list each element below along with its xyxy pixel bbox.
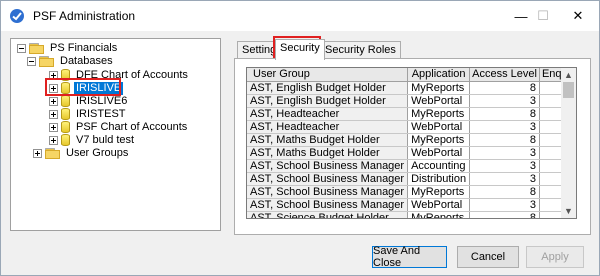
- database-icon: [61, 121, 70, 133]
- table-row[interactable]: AST, School Business Manager Accounting 3: [247, 159, 576, 173]
- access-level-cell[interactable]: 3: [469, 159, 540, 173]
- application-cell[interactable]: MyReports: [407, 211, 471, 218]
- application-cell[interactable]: MyReports: [407, 185, 471, 199]
- user-group-cell[interactable]: AST, English Budget Holder: [247, 94, 409, 108]
- table-row[interactable]: AST, School Business Manager MyReports 8: [247, 185, 576, 199]
- table-row[interactable]: AST, Headteacher MyReports 8: [247, 107, 576, 121]
- table-row[interactable]: AST, Science Budget Holder MyReports 8: [247, 211, 576, 218]
- table-row[interactable]: AST, Maths Budget Holder WebPortal 3: [247, 146, 576, 160]
- access-level-cell[interactable]: 3: [469, 198, 540, 212]
- user-group-cell[interactable]: AST, School Business Manager: [247, 198, 409, 212]
- table-row[interactable]: AST, English Budget Holder WebPortal 3: [247, 94, 576, 108]
- tree-item-v7-buld-test[interactable]: V7 buld test: [49, 133, 136, 147]
- database-icon: [61, 134, 70, 146]
- database-tree[interactable]: PS Financials Databases DFE Chart of Acc…: [10, 38, 221, 231]
- folder-icon: [39, 55, 54, 67]
- tab-security[interactable]: Security: [275, 39, 325, 60]
- access-level-cell[interactable]: 8: [469, 107, 540, 121]
- scroll-up-icon[interactable]: ▲: [561, 68, 576, 82]
- column-header-application[interactable]: Application: [407, 68, 471, 82]
- tree-item-databases[interactable]: Databases: [27, 54, 115, 68]
- tab-security-roles[interactable]: Security Roles: [320, 41, 401, 59]
- application-cell[interactable]: Distribution: [407, 172, 471, 186]
- table-row[interactable]: AST, Maths Budget Holder MyReports 8: [247, 133, 576, 147]
- expand-icon[interactable]: [49, 122, 58, 132]
- scroll-down-icon[interactable]: ▼: [561, 204, 576, 218]
- highlight-box-irislive: [45, 78, 121, 96]
- column-header-user-group[interactable]: User Group: [247, 68, 409, 82]
- expand-icon[interactable]: [49, 96, 58, 106]
- access-level-cell[interactable]: 8: [469, 81, 540, 95]
- table-row[interactable]: AST, Headteacher WebPortal 3: [247, 120, 576, 134]
- collapse-icon[interactable]: [17, 43, 26, 53]
- collapse-icon[interactable]: [27, 56, 36, 66]
- access-level-cell[interactable]: 3: [469, 146, 540, 160]
- app-icon: [9, 8, 25, 24]
- tree-item-ps-financials[interactable]: PS Financials: [17, 41, 119, 55]
- application-cell[interactable]: WebPortal: [407, 146, 471, 160]
- tree-item-irislive6[interactable]: IRISLIVE6: [49, 94, 129, 108]
- database-icon: [61, 95, 70, 107]
- title-bar: PSF Administration — ☐ ✕: [1, 1, 599, 31]
- expand-icon[interactable]: [49, 135, 58, 145]
- user-group-cell[interactable]: AST, Headteacher: [247, 107, 409, 121]
- access-level-cell[interactable]: 3: [469, 120, 540, 134]
- user-group-cell[interactable]: AST, School Business Manager: [247, 159, 409, 173]
- psf-admin-window: PSF Administration — ☐ ✕ PS Financials D…: [0, 0, 600, 276]
- table-row[interactable]: AST, English Budget Holder MyReports 8: [247, 81, 576, 95]
- table-row[interactable]: AST, School Business Manager WebPortal 3: [247, 198, 576, 212]
- apply-button: Apply: [526, 246, 584, 268]
- user-group-cell[interactable]: AST, Maths Budget Holder: [247, 133, 409, 147]
- access-level-cell[interactable]: 3: [469, 172, 540, 186]
- database-icon: [61, 108, 70, 120]
- tree-item-user-groups[interactable]: User Groups: [33, 146, 130, 160]
- user-group-cell[interactable]: AST, School Business Manager: [247, 172, 409, 186]
- grid-vertical-scrollbar[interactable]: ▲ ▼: [561, 68, 576, 218]
- access-level-cell[interactable]: 8: [469, 133, 540, 147]
- cancel-button[interactable]: Cancel: [457, 246, 519, 268]
- expand-icon[interactable]: [49, 109, 58, 119]
- application-cell[interactable]: Accounting: [407, 159, 471, 173]
- save-and-close-button[interactable]: Save And Close: [372, 245, 447, 269]
- folder-icon: [45, 147, 60, 159]
- application-cell[interactable]: WebPortal: [407, 120, 471, 134]
- user-group-cell[interactable]: AST, English Budget Holder: [247, 81, 409, 95]
- application-cell[interactable]: MyReports: [407, 81, 471, 95]
- access-level-cell[interactable]: 8: [469, 185, 540, 199]
- table-row[interactable]: AST, School Business Manager Distribution…: [247, 172, 576, 186]
- application-cell[interactable]: MyReports: [407, 133, 471, 147]
- access-level-cell[interactable]: 3: [469, 94, 540, 108]
- user-group-cell[interactable]: AST, Maths Budget Holder: [247, 146, 409, 160]
- folder-icon: [29, 42, 44, 54]
- security-grid[interactable]: User Group Application Access Level Enqu…: [246, 67, 577, 219]
- window-title: PSF Administration: [33, 9, 136, 23]
- access-level-cell[interactable]: 8: [469, 211, 540, 218]
- expand-icon[interactable]: [33, 148, 42, 158]
- user-group-cell[interactable]: AST, School Business Manager: [247, 185, 409, 199]
- tree-item-iristest[interactable]: IRISTEST: [49, 107, 128, 121]
- application-cell[interactable]: MyReports: [407, 107, 471, 121]
- column-header-access-level[interactable]: Access Level: [469, 68, 540, 82]
- close-button[interactable]: ✕: [556, 1, 600, 31]
- user-group-cell[interactable]: AST, Headteacher: [247, 120, 409, 134]
- application-cell[interactable]: WebPortal: [407, 94, 471, 108]
- scroll-thumb[interactable]: [563, 82, 574, 98]
- application-cell[interactable]: WebPortal: [407, 198, 471, 212]
- tree-item-psf-chart-of-accounts[interactable]: PSF Chart of Accounts: [49, 120, 189, 134]
- user-group-cell[interactable]: AST, Science Budget Holder: [247, 211, 409, 218]
